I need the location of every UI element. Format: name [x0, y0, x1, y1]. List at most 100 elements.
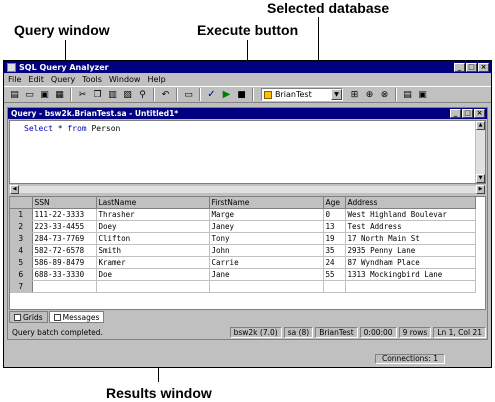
minimize-button[interactable]: _ — [454, 62, 465, 72]
sql-star: * — [52, 124, 68, 133]
cell-age[interactable]: 19 — [323, 232, 346, 245]
save-icon[interactable]: ▣ — [38, 88, 51, 101]
table-row[interactable]: 4 582-72-6578 Smith John 35 2935 Penny L… — [10, 244, 476, 257]
connection-properties-icon[interactable]: ▤ — [401, 88, 414, 101]
new-query-icon[interactable]: ▤ — [8, 88, 21, 101]
scroll-right-arrow[interactable]: ▶ — [476, 185, 485, 194]
cell-firstname[interactable] — [209, 280, 324, 293]
cell-lastname[interactable] — [96, 280, 210, 293]
cell-lastname[interactable]: Doe — [96, 268, 210, 281]
find-icon[interactable]: ⚲ — [136, 88, 149, 101]
cell-age[interactable]: 24 — [323, 256, 346, 269]
cell-age[interactable]: 55 — [323, 268, 346, 281]
results-mode-icon[interactable]: ▭ — [182, 88, 195, 101]
copy-icon[interactable]: ❐ — [91, 88, 104, 101]
cell-lastname[interactable]: Thrasher — [96, 208, 210, 221]
column-header-lastname[interactable]: LastName — [96, 197, 210, 209]
index-analysis-icon[interactable]: ⊕ — [363, 88, 376, 101]
cell-lastname[interactable]: Kramer — [96, 256, 210, 269]
open-icon[interactable]: ▭ — [23, 88, 36, 101]
editor-vertical-scrollbar[interactable]: ▲ ▼ — [475, 121, 485, 183]
paste-icon[interactable]: ▥ — [106, 88, 119, 101]
status-elapsed: 0:00:00 — [359, 326, 397, 338]
cell-address[interactable]: 1313 Mockingbird Lane — [345, 268, 476, 281]
row-number[interactable]: 7 — [10, 280, 33, 293]
cell-address[interactable] — [345, 280, 476, 293]
table-row[interactable]: 5 586-89-8479 Kramer Carrie 24 87 Wyndha… — [10, 256, 476, 269]
menu-query[interactable]: Query — [50, 75, 76, 84]
database-select[interactable]: BrianTest ▼ — [261, 88, 343, 101]
menu-help[interactable]: Help — [146, 75, 166, 84]
table-row[interactable]: 2 223-33-4455 Doey Janey 13 Test Address — [10, 220, 476, 233]
cell-address[interactable]: 87 Wyndham Place — [345, 256, 476, 269]
cell-firstname[interactable]: Jane — [209, 268, 324, 281]
row-number[interactable]: 3 — [10, 232, 33, 245]
cell-address[interactable]: West Highland Boulevar — [345, 208, 476, 221]
query-close-button[interactable]: × — [474, 109, 485, 118]
maximize-button[interactable]: □ — [466, 62, 477, 72]
cell-firstname[interactable]: Tony — [209, 232, 324, 245]
tab-messages[interactable]: Messages — [48, 311, 105, 323]
parse-query-icon[interactable]: ✓ — [205, 88, 218, 101]
insert-template-icon[interactable]: ▦ — [53, 88, 66, 101]
cell-ssn[interactable]: 284-73-7769 — [32, 232, 97, 245]
tab-grids[interactable]: Grids — [9, 311, 48, 323]
close-button[interactable]: × — [478, 62, 489, 72]
cell-ssn[interactable]: 223-33-4455 — [32, 220, 97, 233]
cell-age[interactable]: 0 — [323, 208, 346, 221]
menu-edit[interactable]: Edit — [27, 75, 45, 84]
column-header-ssn[interactable]: SSN — [32, 197, 97, 209]
column-header-firstname[interactable]: FirstName — [209, 197, 324, 209]
editor-horizontal-scrollbar[interactable]: ◀ ▶ — [9, 185, 486, 194]
scroll-up-arrow[interactable]: ▲ — [476, 121, 485, 130]
execution-plan-icon[interactable]: ⊞ — [348, 88, 361, 101]
row-number[interactable]: 4 — [10, 244, 33, 257]
row-number[interactable]: 6 — [10, 268, 33, 281]
scroll-down-arrow[interactable]: ▼ — [476, 174, 485, 183]
cell-address[interactable]: Test Address — [345, 220, 476, 233]
cell-ssn[interactable]: 111-22-3333 — [32, 208, 97, 221]
object-browser-icon[interactable]: ▣ — [416, 88, 429, 101]
cell-ssn[interactable]: 582-72-6578 — [32, 244, 97, 257]
clear-window-icon[interactable]: ▧ — [121, 88, 134, 101]
chevron-down-icon[interactable]: ▼ — [331, 89, 342, 100]
cell-address[interactable]: 2935 Penny Lane — [345, 244, 476, 257]
table-row[interactable]: 7 — [10, 280, 476, 293]
results-grid[interactable]: SSN LastName FirstName Age Address 1 111… — [9, 196, 486, 310]
row-number[interactable]: 1 — [10, 208, 33, 221]
row-number[interactable]: 2 — [10, 220, 33, 233]
undo-icon[interactable]: ↶ — [159, 88, 172, 101]
menu-tools[interactable]: Tools — [81, 75, 103, 84]
column-header-address[interactable]: Address — [345, 197, 476, 209]
table-row[interactable]: 1 111-22-3333 Thrasher Marge 0 West High… — [10, 208, 476, 221]
cell-address[interactable]: 17 North Main St — [345, 232, 476, 245]
cell-age[interactable]: 13 — [323, 220, 346, 233]
query-minimize-button[interactable]: _ — [450, 109, 461, 118]
cancel-query-icon[interactable]: ■ — [235, 88, 248, 101]
row-number[interactable]: 5 — [10, 256, 33, 269]
cell-lastname[interactable]: Clifton — [96, 232, 210, 245]
cell-lastname[interactable]: Doey — [96, 220, 210, 233]
cell-ssn[interactable] — [32, 280, 97, 293]
cell-ssn[interactable]: 586-89-8479 — [32, 256, 97, 269]
cell-lastname[interactable]: Smith — [96, 244, 210, 257]
cell-firstname[interactable]: John — [209, 244, 324, 257]
object-search-icon[interactable]: ⊗ — [378, 88, 391, 101]
cell-age[interactable]: 35 — [323, 244, 346, 257]
cut-icon[interactable]: ✂ — [76, 88, 89, 101]
query-editor[interactable]: Select * from Person ▲ ▼ — [9, 120, 486, 184]
cell-firstname[interactable]: Carrie — [209, 256, 324, 269]
table-row[interactable]: 3 284-73-7769 Clifton Tony 19 17 North M… — [10, 232, 476, 245]
callout-selected-database: Selected database — [267, 0, 390, 16]
execute-query-button[interactable]: ▶ — [220, 88, 233, 101]
scroll-left-arrow[interactable]: ◀ — [10, 185, 19, 194]
table-row[interactable]: 6 688-33-3330 Doe Jane 55 1313 Mockingbi… — [10, 268, 476, 281]
query-maximize-button[interactable]: □ — [462, 109, 473, 118]
cell-firstname[interactable]: Janey — [209, 220, 324, 233]
cell-ssn[interactable]: 688-33-3330 — [32, 268, 97, 281]
cell-age[interactable] — [323, 280, 346, 293]
menu-window[interactable]: Window — [108, 75, 142, 84]
menu-file[interactable]: File — [7, 75, 22, 84]
cell-firstname[interactable]: Marge — [209, 208, 324, 221]
column-header-age[interactable]: Age — [323, 197, 346, 209]
